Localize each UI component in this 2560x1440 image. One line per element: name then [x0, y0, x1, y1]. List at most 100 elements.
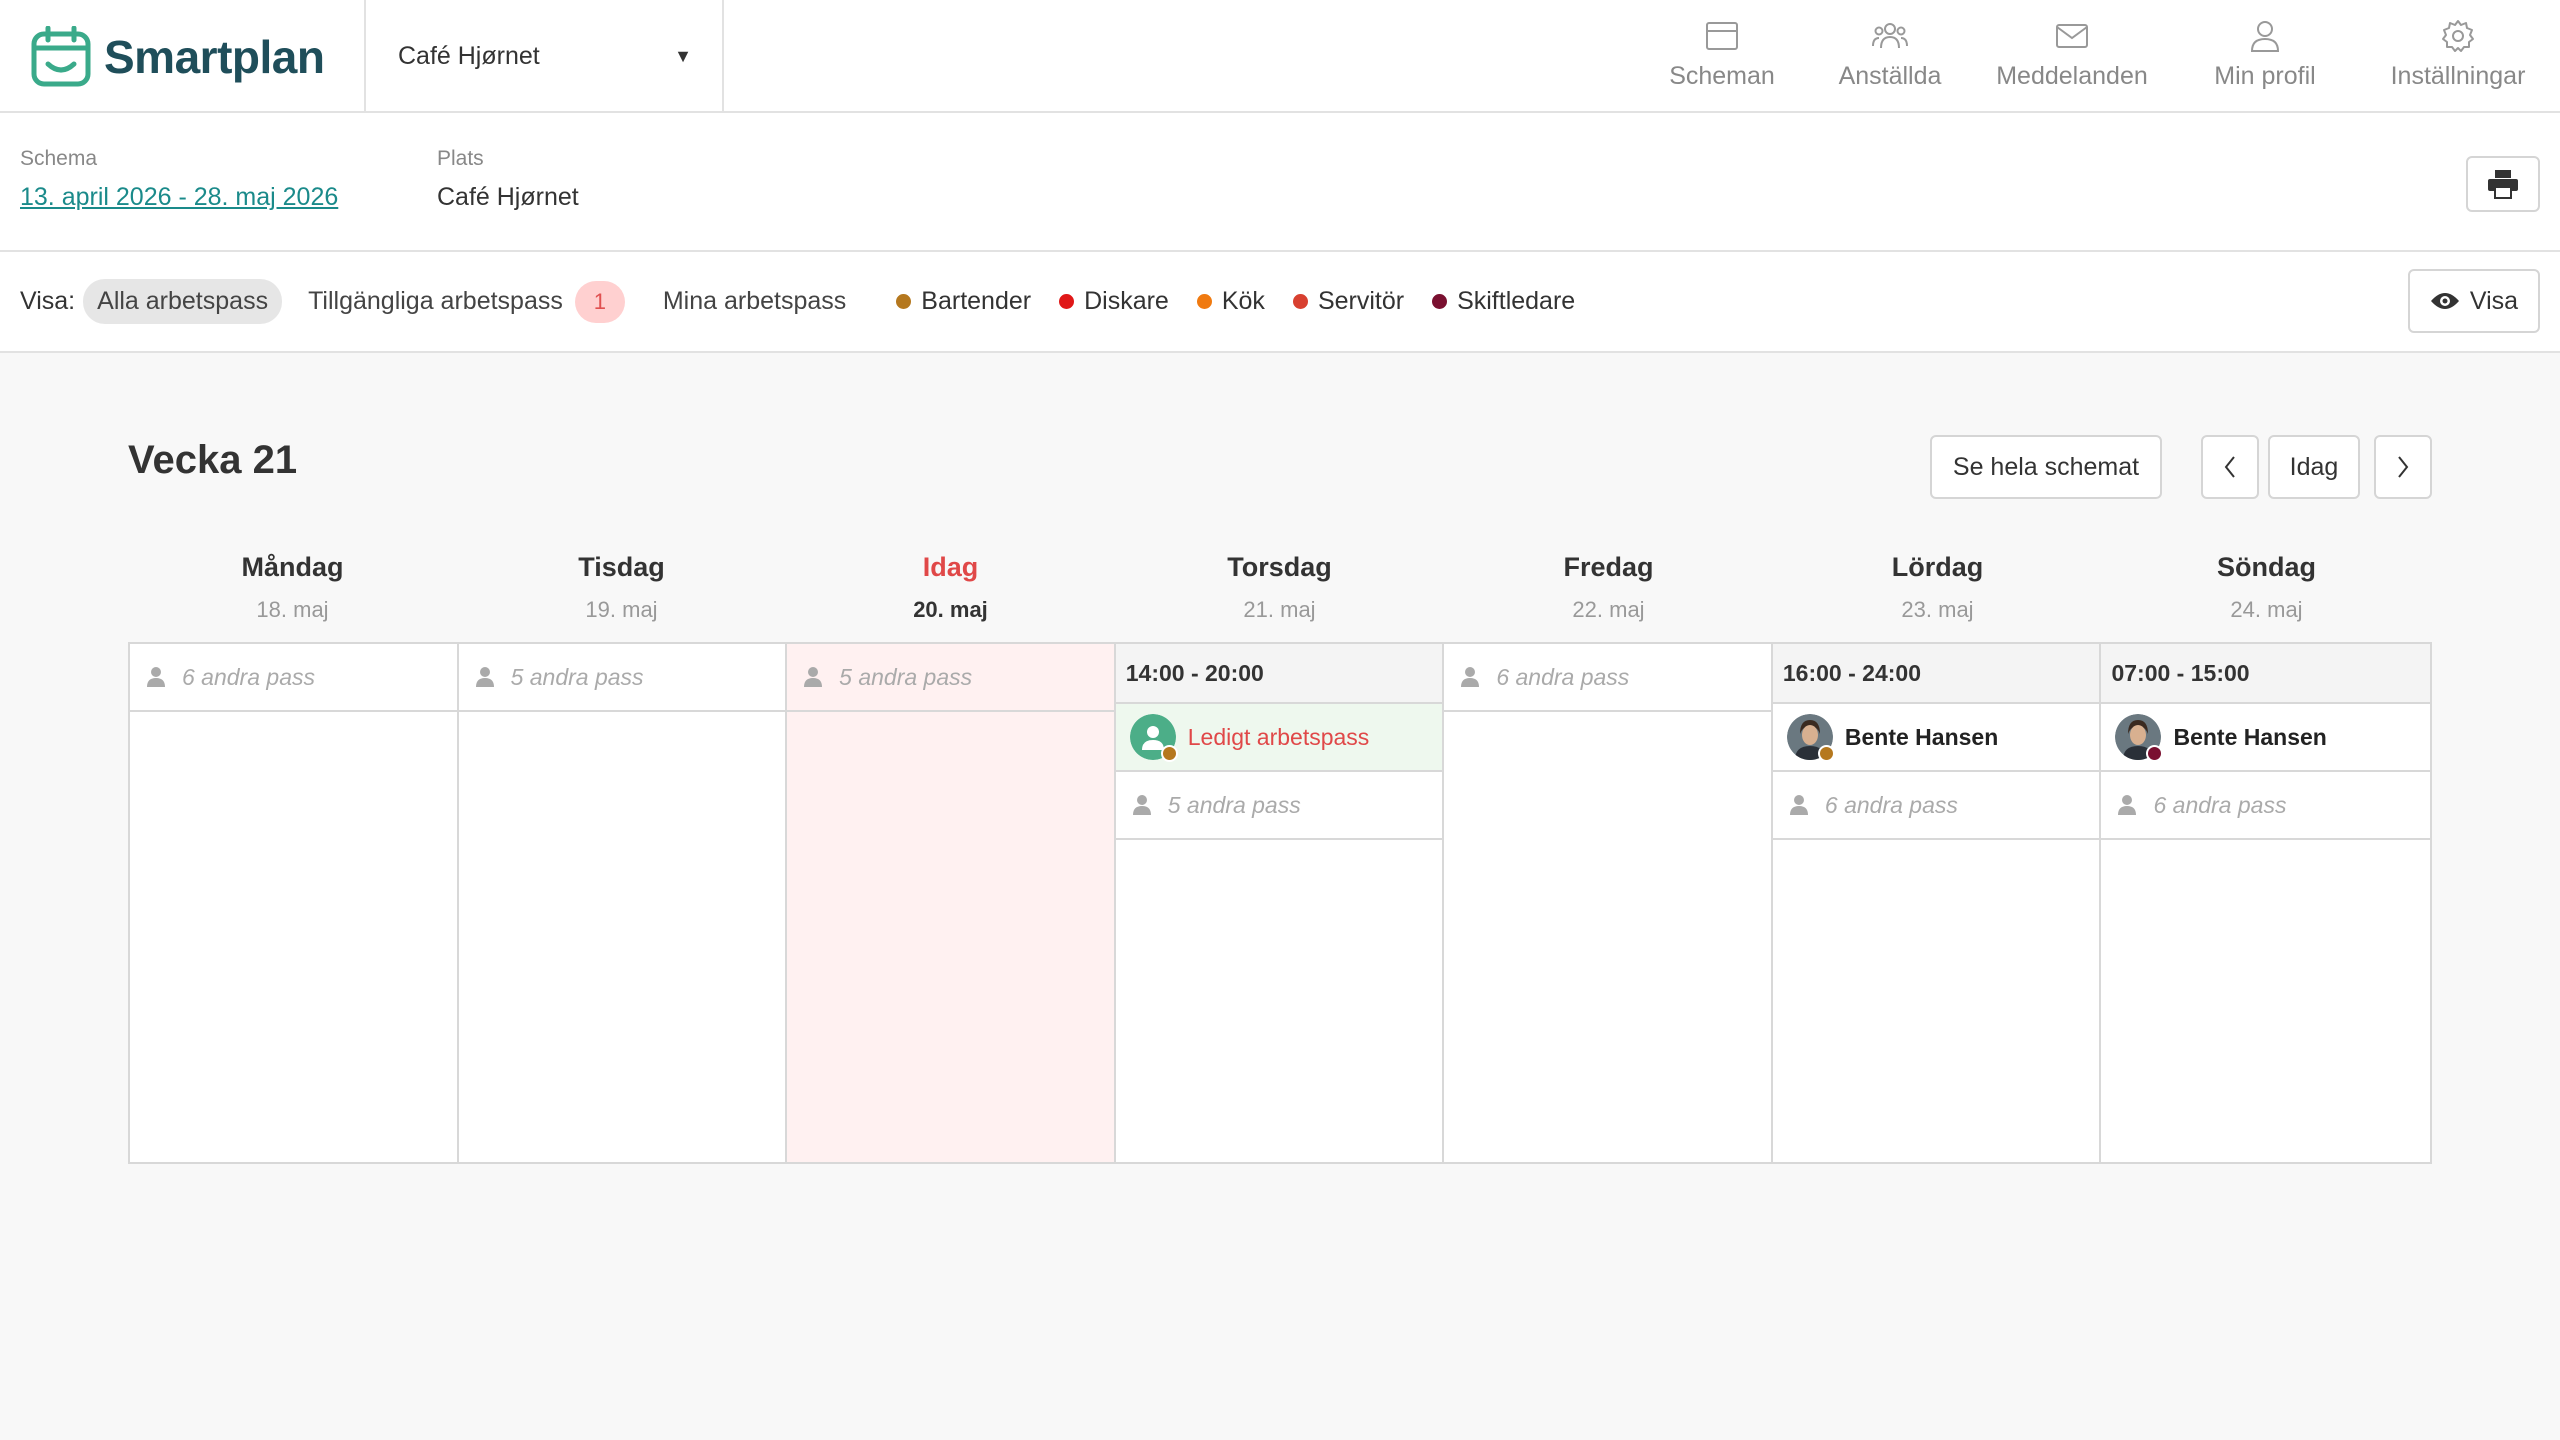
- day-name: Torsdag: [1227, 552, 1332, 582]
- nav-item-employees[interactable]: Anställda: [1806, 0, 1974, 113]
- day-header-monday: Måndag 18. maj: [128, 552, 457, 623]
- app-name: Smartplan: [104, 31, 325, 83]
- nav-item-label: Meddelanden: [1996, 62, 2148, 90]
- other-shifts-label: 5 andra pass: [1167, 791, 1301, 818]
- nav-item-label: Scheman: [1669, 62, 1775, 90]
- day-column-monday: 6 andra pass: [130, 644, 459, 1162]
- day-column-saturday: 16:00 - 24:00 Bente Hansen 6 andra pass: [1772, 644, 2102, 1162]
- open-shift-label: Ledigt arbetspass: [1187, 723, 1370, 750]
- other-shifts-label: 6 andra pass: [2153, 791, 2287, 818]
- legend-label: Kök: [1221, 287, 1265, 315]
- see-full-schedule-button[interactable]: Se hela schemat: [1930, 435, 2162, 499]
- main-nav: Scheman Anställda Meddelanden Min profil…: [1638, 0, 2560, 113]
- schedule-info: Schema 13. april 2026 - 28. maj 2026: [20, 147, 338, 212]
- legend-label: Skiftledare: [1457, 287, 1576, 315]
- nav-item-settings[interactable]: Inställningar: [2360, 0, 2556, 113]
- location-select-value: Café Hjørnet: [398, 42, 540, 70]
- eye-icon: [2430, 293, 2459, 309]
- prev-week-button[interactable]: [2201, 435, 2259, 499]
- day-header-today: Idag 20. maj: [786, 552, 1115, 623]
- avatar: [2115, 714, 2164, 762]
- day-date: 20. maj: [913, 597, 988, 622]
- nav-item-label: Inställningar: [2390, 62, 2526, 90]
- role-status-dot: [1817, 745, 1835, 762]
- nav-item-messages[interactable]: Meddelanden: [1974, 0, 2170, 113]
- other-shifts-row[interactable]: 5 andra pass: [458, 644, 786, 712]
- role-status-dot: [2146, 745, 2164, 762]
- view-options-label: Visa: [2469, 286, 2519, 315]
- available-count-badge: 1: [574, 280, 625, 323]
- schedule-period-link[interactable]: 13. april 2026 - 28. maj 2026: [20, 183, 338, 212]
- assigned-shift[interactable]: Bente Hansen: [2101, 704, 2431, 772]
- shift-time: 14:00 - 20:00: [1115, 644, 1443, 704]
- today-button[interactable]: Idag: [2268, 435, 2360, 499]
- legend-dot: [1196, 294, 1212, 309]
- day-header-saturday: Lördag 23. maj: [1773, 552, 2102, 623]
- logo[interactable]: Smartplan: [30, 24, 325, 90]
- user-icon: [804, 667, 823, 687]
- other-shifts-row[interactable]: 5 andra pass: [1115, 772, 1443, 840]
- chevron-left-icon: [2224, 456, 2235, 478]
- other-shifts-row[interactable]: 6 andra pass: [1444, 644, 1771, 712]
- shift-time: 07:00 - 15:00: [2101, 644, 2431, 704]
- print-button[interactable]: [2466, 156, 2540, 212]
- shift-person-name: Bente Hansen: [2173, 723, 2327, 750]
- day-name: Idag: [922, 552, 979, 582]
- filter-my-shifts[interactable]: Mina arbetspass: [649, 279, 860, 324]
- day-column-friday: 6 andra pass: [1444, 644, 1773, 1162]
- day-header-friday: Fredag 22. maj: [1444, 552, 1773, 623]
- open-shift[interactable]: Ledigt arbetspass: [1115, 704, 1443, 772]
- avatar: [1786, 714, 1835, 762]
- day-name: Fredag: [1563, 552, 1654, 582]
- nav-item-schedules[interactable]: Scheman: [1638, 0, 1806, 113]
- day-date: 18. maj: [256, 597, 329, 622]
- day-column-sunday: 07:00 - 15:00 Bente Hansen 6 andra pass: [2101, 644, 2431, 1162]
- week-calendar-grid: 6 andra pass 5 andra pass 5 andra pass 1…: [128, 642, 2432, 1164]
- legend-item-bartender: Bartender: [896, 287, 1031, 316]
- gear-icon: [2442, 20, 2474, 52]
- location-select[interactable]: Café Hjørnet ▼: [364, 0, 724, 113]
- day-date: 21. maj: [1243, 597, 1316, 622]
- week-title: Vecka 21: [128, 438, 298, 482]
- next-week-button[interactable]: [2374, 435, 2432, 499]
- legend-dot: [896, 294, 912, 309]
- open-shift-avatar: [1129, 714, 1178, 762]
- other-shifts-label: 6 andra pass: [1496, 663, 1630, 690]
- view-options-button[interactable]: Visa: [2408, 269, 2540, 333]
- legend-label: Diskare: [1084, 287, 1169, 315]
- shift-time: 16:00 - 24:00: [1772, 644, 2100, 704]
- other-shifts-row[interactable]: 6 andra pass: [130, 644, 457, 712]
- user-icon: [2250, 21, 2280, 52]
- filter-available-shifts[interactable]: Tillgängliga arbetspass: [294, 279, 571, 324]
- other-shifts-label: 6 andra pass: [182, 663, 315, 690]
- other-shifts-row[interactable]: 6 andra pass: [2101, 772, 2431, 840]
- legend-item-diskare: Diskare: [1059, 287, 1169, 316]
- user-icon: [1789, 795, 1808, 815]
- legend-item-servitor: Servitör: [1292, 287, 1404, 316]
- chevron-right-icon: [2398, 456, 2409, 478]
- day-date: 24. maj: [2230, 597, 2303, 622]
- user-icon: [1461, 667, 1480, 687]
- calendar-smile-icon: [31, 26, 91, 87]
- legend-dot: [1432, 294, 1448, 309]
- other-shifts-label: 5 andra pass: [510, 663, 644, 690]
- legend-label: Bartender: [921, 287, 1032, 315]
- assigned-shift[interactable]: Bente Hansen: [1772, 704, 2100, 772]
- day-header-sunday: Söndag 24. maj: [2102, 552, 2431, 623]
- day-header-thursday: Torsdag 21. maj: [1115, 552, 1444, 623]
- other-shifts-label: 5 andra pass: [839, 663, 973, 690]
- legend-dot: [1292, 294, 1308, 309]
- user-icon: [1132, 795, 1151, 815]
- other-shifts-row[interactable]: 6 andra pass: [1772, 772, 2100, 840]
- other-shifts-row[interactable]: 5 andra pass: [787, 644, 1114, 712]
- filter-all-shifts[interactable]: Alla arbetspass: [83, 279, 283, 324]
- shift-person-name: Bente Hansen: [1844, 723, 1999, 750]
- day-header-tuesday: Tisdag 19. maj: [457, 552, 786, 623]
- user-icon: [475, 667, 494, 687]
- day-name: Lördag: [1891, 552, 1984, 582]
- legend-item-skiftledare: Skiftledare: [1432, 287, 1575, 316]
- nav-item-profile[interactable]: Min profil: [2170, 0, 2360, 113]
- other-shifts-label: 6 andra pass: [1824, 791, 1958, 818]
- printer-icon: [2488, 170, 2518, 199]
- place-info: Plats Café Hjørnet: [437, 147, 579, 212]
